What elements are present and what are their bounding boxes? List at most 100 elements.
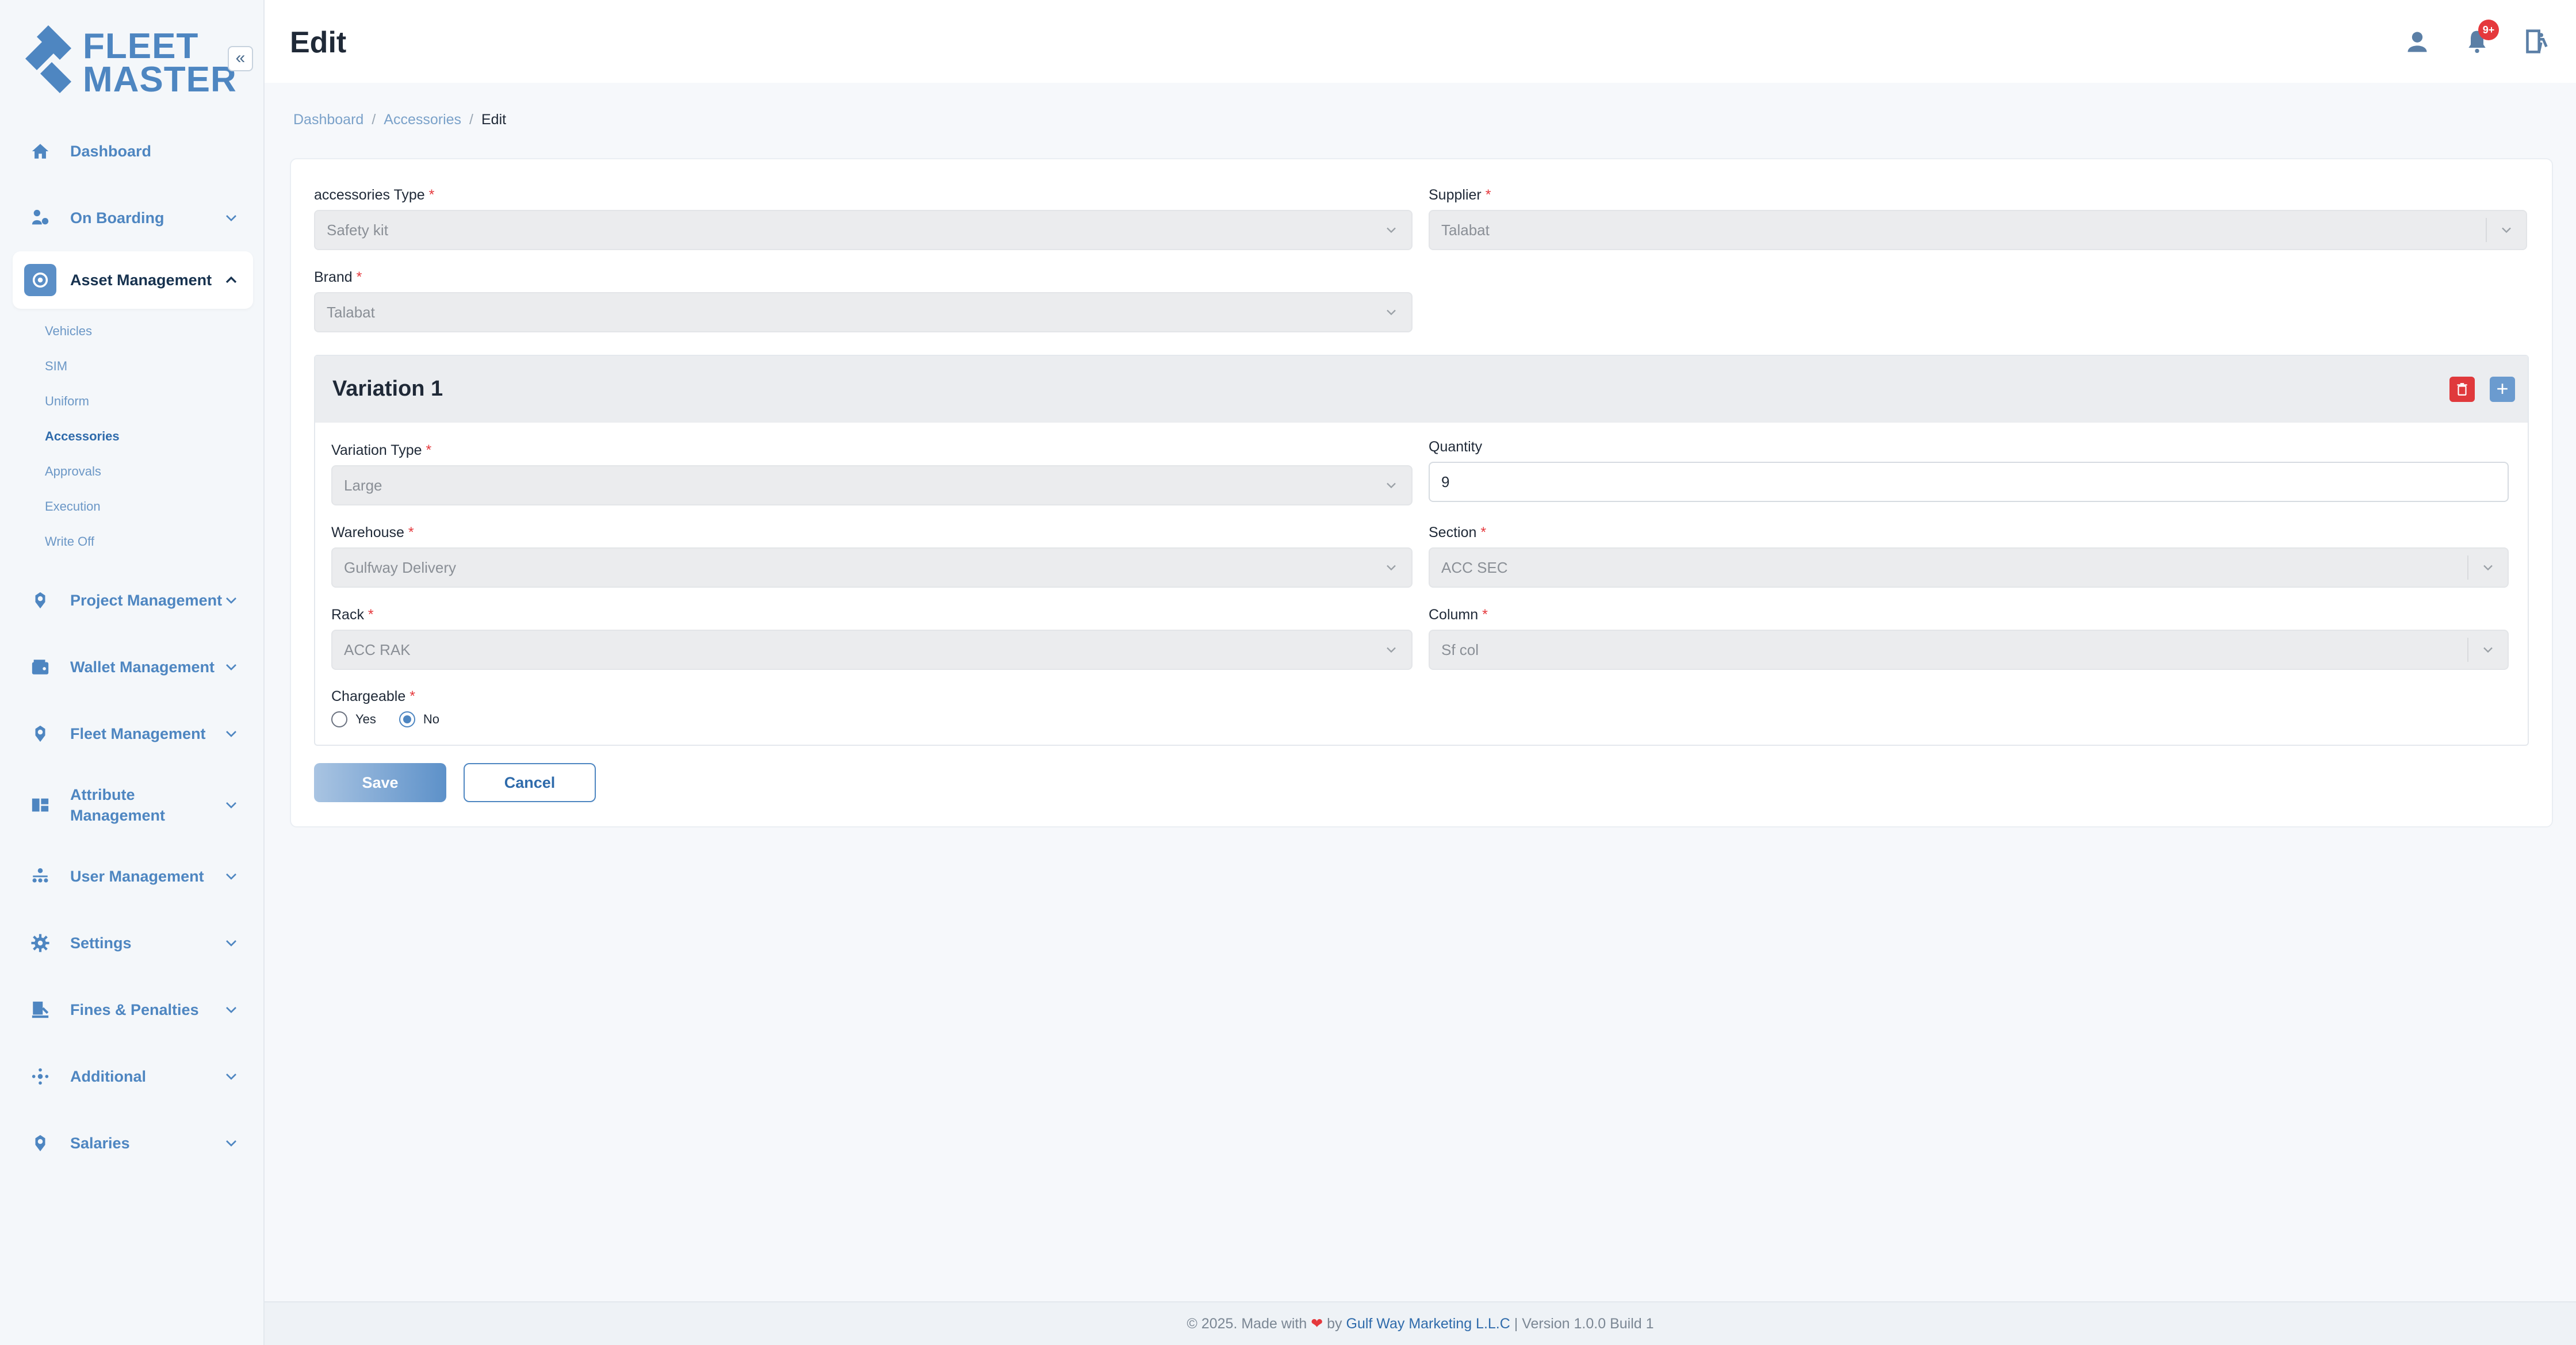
label-text: Chargeable (331, 688, 406, 704)
submenu-item-approvals[interactable]: Approvals (45, 454, 253, 489)
sidebar-item-fleet-management[interactable]: Fleet Management (13, 700, 253, 767)
submenu-item-execution[interactable]: Execution (45, 489, 253, 524)
profile-icon[interactable] (2401, 25, 2433, 58)
radio-label: No (423, 712, 440, 726)
logo-line-1: FLEET (83, 26, 199, 66)
cancel-button[interactable]: Cancel (464, 763, 596, 802)
breadcrumb-separator: / (469, 112, 473, 128)
chevron-down-icon (226, 664, 236, 670)
field-label: Column * (1429, 607, 2509, 624)
edit-accessory-form: accessories Type * Safety kit Supplier *… (290, 158, 2553, 827)
submenu-item-sim[interactable]: SIM (45, 348, 253, 384)
collapse-sidebar-button[interactable]: « (228, 46, 253, 71)
submenu-item-accessories[interactable]: Accessories (45, 419, 253, 454)
fines-icon (28, 997, 53, 1022)
chevron-down-icon (1371, 218, 1411, 242)
sidebar-item-settings[interactable]: Settings (13, 910, 253, 976)
fleet-master-logo[interactable]: FLEET MASTER (23, 23, 236, 98)
select-value: Safety kit (327, 221, 388, 239)
page-title: Edit (290, 26, 347, 59)
notification-badge: 9+ (2478, 20, 2499, 40)
chevron-down-icon (226, 1007, 236, 1013)
project-icon (28, 588, 53, 613)
chevron-down-icon (1371, 473, 1411, 497)
variation-header: Variation 1 + (315, 356, 2528, 423)
chevron-down-icon (226, 802, 236, 808)
quantity-input[interactable]: 9 (1429, 462, 2509, 502)
sidebar-item-on-boarding[interactable]: On Boarding (13, 185, 253, 251)
chevron-down-icon (226, 1140, 236, 1147)
submenu-item-write-off[interactable]: Write Off (45, 524, 253, 559)
top-icons: 9+ (2401, 20, 2553, 60)
footer-by: by (1327, 1316, 1342, 1332)
heart-icon: ❤ (1311, 1316, 1323, 1332)
sidebar-item-asset-management[interactable]: Asset Management (13, 251, 253, 309)
field-label: Supplier * (1429, 187, 2527, 204)
column-field: Column * Sf col (1429, 607, 2509, 670)
sidebar-item-label: Settings (70, 934, 132, 952)
sidebar-item-label: On Boarding (70, 209, 164, 227)
required-mark: * (428, 187, 435, 203)
variation-type-select[interactable]: Large (331, 465, 1413, 505)
variation-type-field: Variation Type * Large (331, 442, 1413, 505)
label-text: accessories Type (314, 187, 425, 203)
label-text: Rack (331, 607, 364, 623)
breadcrumb-current: Edit (481, 112, 507, 128)
radio-circle-selected (399, 711, 415, 727)
select-value: Talabat (1441, 221, 1490, 239)
gear-icon (28, 930, 53, 956)
sidebar-item-project-management[interactable]: Project Management (13, 567, 253, 634)
logout-icon[interactable] (2521, 25, 2553, 58)
column-select[interactable]: Sf col (1429, 630, 2509, 670)
rack-select[interactable]: ACC RAK (331, 630, 1413, 670)
sidebar-item-attribute-management[interactable]: Attribute Management (13, 767, 253, 843)
required-mark: * (409, 688, 415, 704)
chevron-down-icon (2467, 638, 2508, 662)
sidebar-item-salaries[interactable]: Salaries (13, 1110, 253, 1177)
breadcrumb: Dashboard / Accessories / Edit (293, 112, 506, 128)
supplier-field: Supplier * Talabat (1429, 187, 2527, 250)
breadcrumb-accessories[interactable]: Accessories (384, 112, 461, 128)
brand-select[interactable]: Talabat (314, 292, 1413, 332)
accessories-type-field: accessories Type * Safety kit (314, 187, 1413, 250)
chevron-down-icon (1371, 300, 1411, 324)
chevron-down-icon (2467, 555, 2508, 580)
submenu-item-uniform[interactable]: Uniform (45, 384, 253, 419)
chargeable-no-radio[interactable]: No (399, 711, 439, 727)
sidebar-item-wallet-management[interactable]: Wallet Management (13, 634, 253, 700)
attribute-icon (28, 792, 53, 818)
warehouse-field: Warehouse * Gulfway Delivery (331, 524, 1413, 588)
chevron-down-icon (226, 1074, 236, 1080)
chevron-down-icon (226, 940, 236, 947)
sidebar: FLEET MASTER « Dashboard On Boarding Ass… (0, 0, 265, 1345)
section-select[interactable]: ACC SEC (1429, 547, 2509, 588)
label-text: Brand (314, 269, 353, 285)
chargeable-yes-radio[interactable]: Yes (331, 711, 376, 727)
sidebar-nav: Dashboard On Boarding Asset Management V… (13, 118, 253, 1177)
save-button[interactable]: Save (314, 763, 446, 802)
onboarding-icon (28, 205, 53, 231)
accessories-type-select[interactable]: Safety kit (314, 210, 1413, 250)
warehouse-select[interactable]: Gulfway Delivery (331, 547, 1413, 588)
field-label: Variation Type * (331, 442, 1413, 459)
sidebar-item-additional[interactable]: Additional (13, 1043, 253, 1110)
breadcrumb-dashboard[interactable]: Dashboard (293, 112, 363, 128)
select-value: Gulfway Delivery (344, 559, 457, 576)
sidebar-item-label: Fines & Penalties (70, 1001, 199, 1018)
supplier-select[interactable]: Talabat (1429, 210, 2527, 250)
sidebar-item-label: User Management (70, 867, 204, 885)
submenu-item-vehicles[interactable]: Vehicles (45, 313, 253, 348)
delete-variation-button[interactable] (2449, 377, 2475, 402)
chevron-down-icon (2486, 218, 2526, 242)
label-line-1: Attribute (70, 786, 135, 803)
notification-bell-icon[interactable]: 9+ (2461, 20, 2499, 58)
sidebar-item-fines-penalties[interactable]: Fines & Penalties (13, 976, 253, 1043)
footer-company-link[interactable]: Gulf Way Marketing L.L.C (1346, 1316, 1510, 1332)
radio-circle (331, 711, 347, 727)
sidebar-item-user-management[interactable]: User Management (13, 843, 253, 910)
sidebar-item-dashboard[interactable]: Dashboard (13, 118, 253, 185)
chevron-down-icon (226, 215, 236, 221)
salaries-icon (28, 1131, 53, 1156)
add-variation-button[interactable]: + (2490, 377, 2515, 402)
field-label: Brand * (314, 269, 1413, 286)
